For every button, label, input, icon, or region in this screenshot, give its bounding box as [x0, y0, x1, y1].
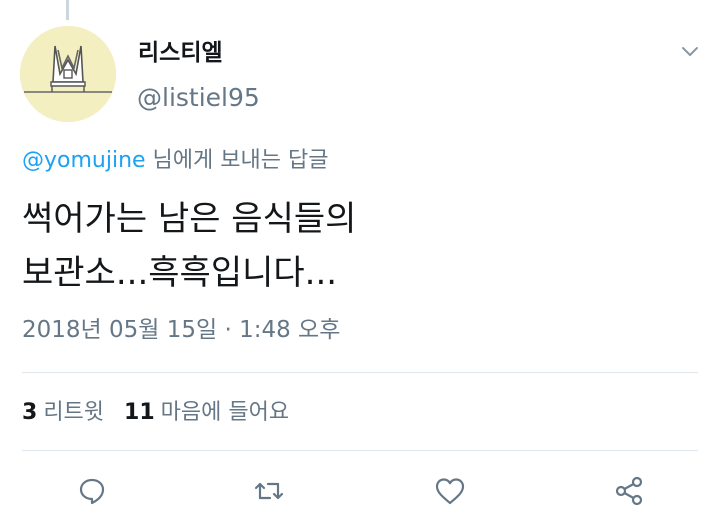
- tweet-timestamp[interactable]: 2018년 05월 15일 · 1:48 오후: [22, 312, 340, 348]
- retweets-count: 3: [22, 400, 38, 425]
- avatar[interactable]: [20, 26, 116, 122]
- chevron-down-icon[interactable]: [678, 42, 702, 62]
- reply-icon[interactable]: [75, 474, 109, 508]
- tweet-text: 썩어가는 남은 음식들의 보관소...흑흑입니다...: [22, 192, 702, 300]
- avatar-drawing: [20, 26, 116, 122]
- divider: [22, 372, 698, 373]
- likes-count: 11: [124, 400, 155, 425]
- thread-connector-line: [66, 0, 69, 20]
- reply-context-label: 님에게 보내는 답글: [145, 148, 329, 173]
- divider: [22, 450, 698, 451]
- tweet-text-line-1: 썩어가는 남은 음식들의: [22, 199, 357, 239]
- heart-icon[interactable]: [433, 474, 467, 508]
- likes-stat[interactable]: 11 마음에 들어요: [124, 400, 289, 425]
- retweets-stat[interactable]: 3 리트윗: [22, 400, 104, 425]
- reply-context: @yomujine 님에게 보내는 답글: [22, 144, 328, 178]
- display-name[interactable]: 리스티엘: [138, 38, 223, 68]
- share-icon[interactable]: [612, 474, 646, 508]
- tweet-stats: 3 리트윗 11 마음에 들어요: [22, 396, 289, 430]
- reply-mention-link[interactable]: @yomujine: [22, 148, 146, 173]
- tweet-text-line-2: 보관소...흑흑입니다...: [22, 253, 338, 293]
- retweet-icon[interactable]: [252, 474, 286, 508]
- retweets-label: 리트윗: [43, 400, 105, 425]
- likes-label: 마음에 들어요: [160, 400, 290, 425]
- user-handle[interactable]: @listiel95: [137, 82, 260, 114]
